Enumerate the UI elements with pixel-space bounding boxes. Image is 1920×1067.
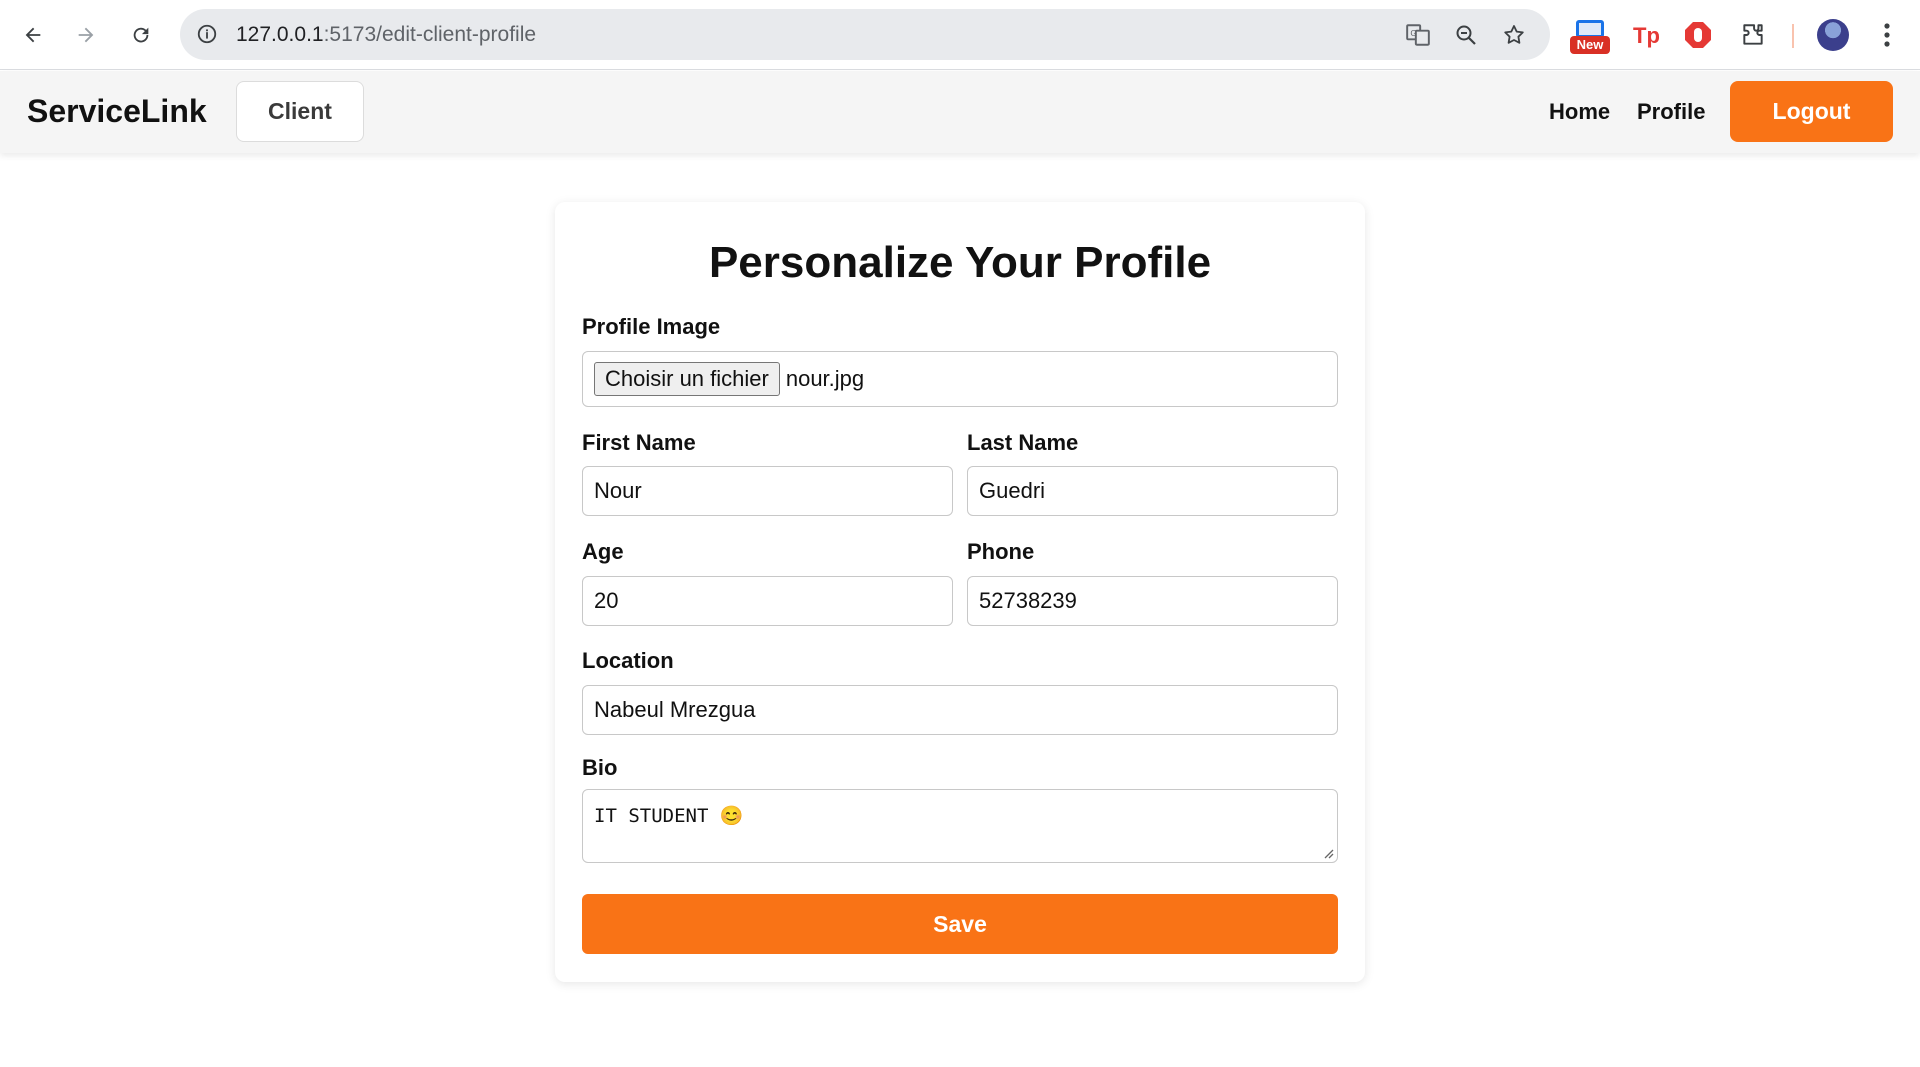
bio-label: Bio <box>582 755 618 780</box>
role-client-button[interactable]: Client <box>236 81 364 142</box>
file-name: nour.jpg <box>785 366 865 391</box>
last-name-field[interactable]: Guedri <box>967 466 1338 516</box>
address-bar[interactable]: 127.0.0.1:5173/edit-client-profile G <box>180 9 1550 60</box>
brand-logo[interactable]: ServiceLink <box>27 93 207 130</box>
edit-profile-card: Personalize Your Profile Profile Image C… <box>555 202 1365 982</box>
new-badge-label: New <box>1570 36 1610 54</box>
svg-text:G: G <box>1410 28 1417 38</box>
extensions-puzzle-icon[interactable] <box>1734 16 1772 54</box>
bio-text: IT STUDENT 😊 <box>594 805 744 827</box>
age-field[interactable]: 20 <box>582 576 953 626</box>
profile-image-file-input[interactable]: Choisir un fichier nour.jpg <box>582 351 1338 407</box>
choose-file-button[interactable]: Choisir un fichier <box>594 362 780 396</box>
nav-profile-link[interactable]: Profile <box>1637 99 1705 125</box>
site-info-icon[interactable] <box>194 21 220 47</box>
phone-label: Phone <box>967 539 1035 564</box>
url-text[interactable]: 127.0.0.1:5173/edit-client-profile <box>236 23 536 47</box>
nav-home-link[interactable]: Home <box>1549 99 1610 125</box>
bio-textarea[interactable]: IT STUDENT 😊 <box>582 789 1338 863</box>
url-path: :5173/edit-client-profile <box>323 23 537 46</box>
phone-field[interactable]: 52738239 <box>967 576 1338 626</box>
tp-extension-icon[interactable]: Tp <box>1626 16 1664 54</box>
svg-text:Tp: Tp <box>1633 23 1659 48</box>
profile-image-label: Profile Image <box>582 314 721 339</box>
url-host: 127.0.0.1 <box>236 23 324 46</box>
first-name-field[interactable]: Nour <box>582 466 953 516</box>
resize-handle-icon[interactable] <box>1322 847 1334 859</box>
app-navbar: ServiceLink Client Home Profile Logout <box>0 71 1920 153</box>
stop-extension-icon[interactable] <box>1679 16 1717 54</box>
forward-arrow-icon[interactable] <box>68 17 104 53</box>
toolbar-divider <box>1792 24 1794 48</box>
location-label: Location <box>582 648 674 673</box>
age-label: Age <box>582 539 624 564</box>
profile-avatar[interactable] <box>1817 19 1849 51</box>
last-name-label: Last Name <box>967 430 1079 455</box>
location-field[interactable]: Nabeul Mrezgua <box>582 685 1338 735</box>
save-button[interactable]: Save <box>582 894 1338 954</box>
logout-button[interactable]: Logout <box>1730 81 1893 142</box>
zoom-icon[interactable] <box>1452 21 1480 49</box>
reload-icon[interactable] <box>123 17 159 53</box>
page-title: Personalize Your Profile <box>708 238 1212 287</box>
new-extension-icon[interactable]: New <box>1570 16 1610 56</box>
first-name-label: First Name <box>582 430 696 455</box>
translate-icon[interactable]: G <box>1404 21 1432 49</box>
more-menu-icon[interactable] <box>1868 16 1906 54</box>
bookmark-star-icon[interactable] <box>1500 21 1528 49</box>
browser-toolbar: 127.0.0.1:5173/edit-client-profile G New… <box>0 0 1920 70</box>
back-arrow-icon[interactable] <box>15 17 51 53</box>
